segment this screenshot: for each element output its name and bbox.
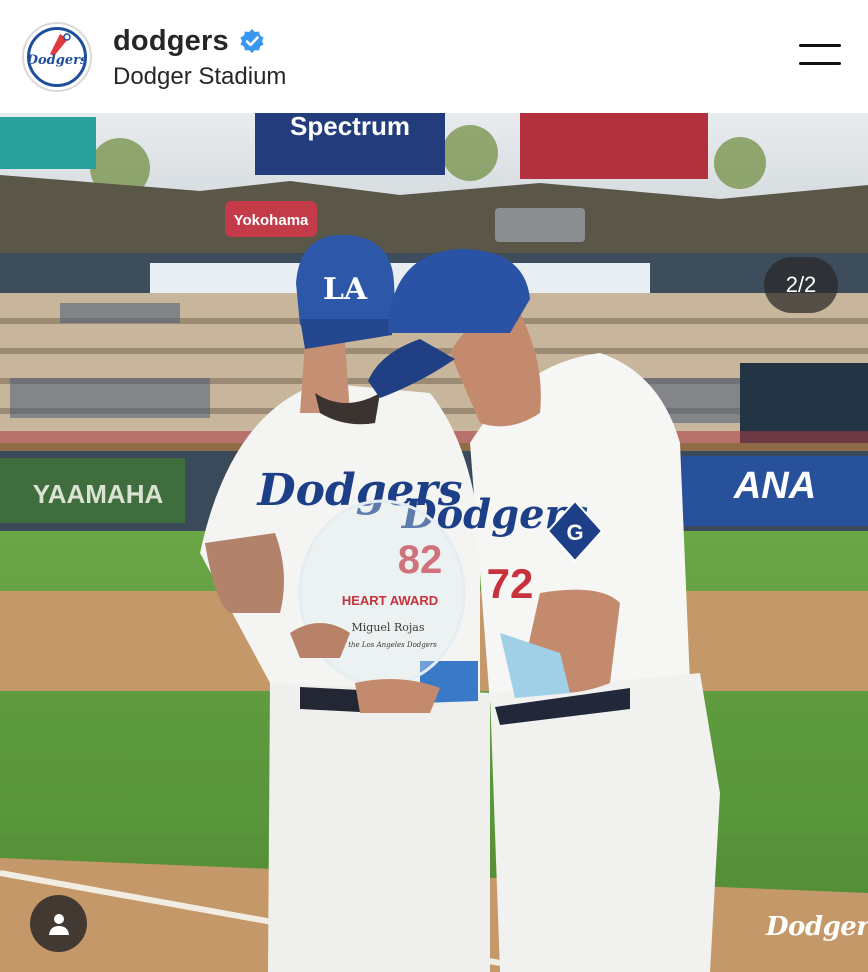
- sleeve-patch-text: G: [566, 520, 583, 545]
- svg-text:Dodgers: Dodgers: [30, 53, 84, 68]
- user-tag-icon[interactable]: [30, 895, 87, 952]
- sign-red: [520, 113, 708, 179]
- award-title-text: HEART AWARD: [342, 593, 438, 608]
- dodgers-logo: Dodgers: [27, 27, 87, 87]
- yokohama-sign-text: Yokohama: [234, 212, 309, 229]
- award-sub-text: of the Los Angeles Dodgers: [339, 641, 437, 649]
- username-row: dodgers: [113, 24, 265, 58]
- sign-left: [0, 117, 96, 169]
- slide-counter: 2/2: [764, 257, 838, 313]
- verified-badge-icon: [240, 29, 264, 53]
- hamburger-menu-icon[interactable]: [797, 42, 843, 68]
- ana-banner-text: ANA: [733, 465, 816, 507]
- spectrum-sign-text: Spectrum: [290, 113, 410, 141]
- username[interactable]: dodgers: [113, 25, 229, 58]
- profile-avatar[interactable]: Dodgers: [22, 22, 92, 92]
- location-link[interactable]: Dodger Stadium: [113, 63, 286, 91]
- stadium-scene: Spectrum Yokohama YAAMAHA ANA Dodgers LA…: [0, 113, 868, 972]
- number-right-text: 72: [487, 560, 534, 607]
- dodgers-watermark: Dodgers: [766, 912, 868, 942]
- post-photo[interactable]: Spectrum Yokohama YAAMAHA ANA Dodgers LA…: [0, 113, 868, 972]
- award-name-text: Miguel Rojas: [352, 621, 425, 634]
- post-header: Dodgers dodgers Dodger Stadium: [0, 0, 868, 113]
- cap-logo-text: LA: [323, 272, 368, 307]
- yaamaha-banner-text: YAAMAHA: [33, 479, 164, 509]
